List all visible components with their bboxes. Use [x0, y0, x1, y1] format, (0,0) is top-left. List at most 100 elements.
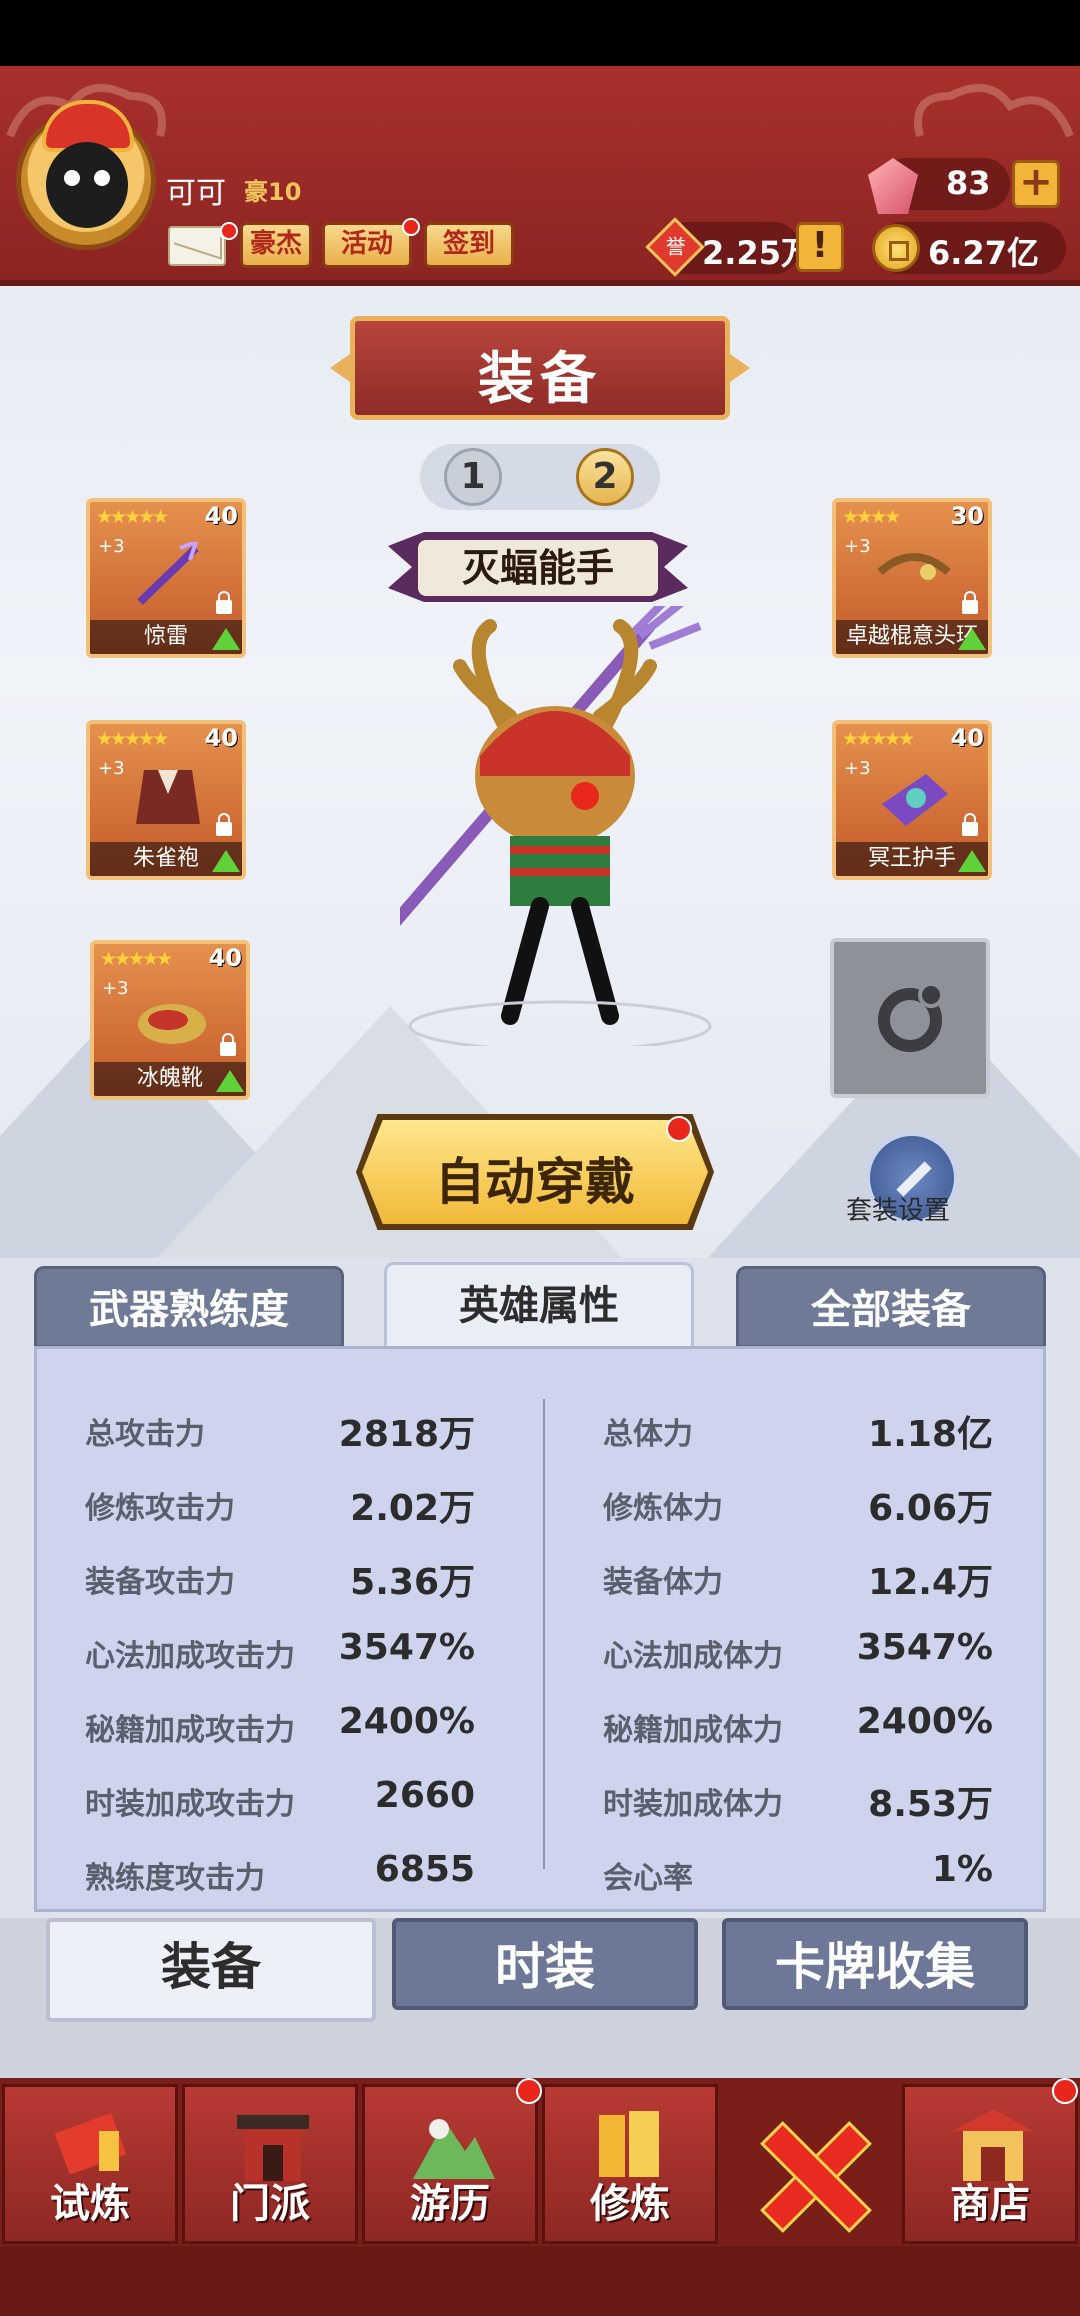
gauntlet-icon [882, 774, 948, 826]
tab-card-collection[interactable]: 卡牌收集 [722, 1918, 1028, 2010]
enhance-level: +3 [98, 536, 125, 557]
enhance-level: +3 [98, 758, 125, 779]
equip-slot-armor[interactable]: ★★★★★ 40 +3 朱雀袍 [86, 720, 246, 880]
lock-icon [962, 591, 978, 614]
tab-equipment[interactable]: 装备 [46, 1918, 376, 2022]
lock-icon [216, 813, 232, 836]
star-rating: ★★★★★ [96, 728, 169, 750]
stat-value: 2660 [374, 1775, 475, 1816]
item-level: 40 [208, 944, 242, 972]
nav-label: 商店 [950, 2181, 1030, 2227]
equip-slot-empty[interactable] [830, 938, 990, 1098]
equip-slot-headband[interactable]: ★★★★ 30 +3 卓越棍意头环 [832, 498, 992, 658]
mail-icon[interactable] [168, 226, 226, 266]
page-1-button[interactable]: 1 [444, 448, 502, 506]
stat-label: 时装加成体力 [603, 1787, 783, 1822]
equip-slot-gloves[interactable]: ★★★★★ 40 +3 冥王护手 [832, 720, 992, 880]
stat-label: 修炼体力 [603, 1491, 723, 1526]
stat-value: 5.36万 [350, 1562, 475, 1603]
avatar-face [46, 142, 128, 228]
boots-icon [138, 1004, 206, 1044]
nav-trial[interactable]: 试炼 [2, 2084, 178, 2244]
nav-travel[interactable]: 游历 [362, 2084, 538, 2244]
avatar-eye [64, 170, 80, 186]
notification-dot [1052, 2078, 1078, 2104]
hero-character [400, 606, 712, 1046]
hero-title: 灭蝠能手 [418, 540, 658, 596]
page-toggle: 1 2 [420, 444, 660, 510]
cloud-ornament [914, 84, 1074, 138]
enhance-level: +3 [102, 978, 129, 999]
stat-value: 2400% [338, 1701, 475, 1742]
star-rating: ★★★★★ [842, 728, 915, 750]
empty-slot-dot [918, 982, 944, 1008]
honor-info-button[interactable]: ! [796, 222, 844, 272]
event-button[interactable]: 活动 [322, 222, 412, 268]
stat-label: 装备体力 [603, 1565, 723, 1600]
stat-value: 8.53万 [868, 1784, 993, 1825]
stat-value: 12.4万 [868, 1562, 993, 1603]
close-menu-icon[interactable] [730, 2100, 890, 2250]
status-bar [0, 0, 1080, 66]
star-rating: ★★★★ [842, 506, 901, 528]
stat-label: 修炼攻击力 [85, 1491, 235, 1526]
checkin-button[interactable]: 签到 [424, 222, 514, 268]
equip-slot-boots[interactable]: ★★★★★ 40 +3 冰魄靴 [90, 940, 250, 1100]
enhance-level: +3 [844, 536, 871, 557]
lock-icon [962, 813, 978, 836]
nav-sect[interactable]: 门派 [182, 2084, 358, 2244]
item-level: 40 [950, 724, 984, 752]
tab-all-equipment[interactable]: 全部装备 [736, 1266, 1046, 1348]
upgrade-arrow-icon [216, 1070, 244, 1092]
stat-label: 总体力 [603, 1417, 693, 1452]
stat-label: 秘籍加成体力 [603, 1713, 783, 1748]
bottom-tabs: 装备 时装 卡牌收集 [0, 1918, 1080, 2078]
star-rating: ★★★★★ [100, 948, 173, 970]
hero-title-badge: 灭蝠能手 [388, 526, 688, 610]
nav-cultivate[interactable]: 修炼 [542, 2084, 718, 2244]
title-banner: 装备 [330, 316, 750, 420]
stat-label: 秘籍加成攻击力 [85, 1713, 295, 1748]
tab-hero-attributes[interactable]: 英雄属性 [384, 1262, 694, 1356]
stat-label: 时装加成攻击力 [85, 1787, 295, 1822]
stat-label: 熟练度攻击力 [85, 1861, 265, 1896]
headband-icon [877, 553, 951, 580]
page-2-button[interactable]: 2 [576, 448, 634, 506]
page-title: 装备 [478, 347, 602, 412]
set-settings-label: 套装设置 [846, 1196, 951, 1226]
hero-button[interactable]: 豪杰 [240, 222, 312, 268]
star-rating: ★★★★★ [96, 506, 169, 528]
stat-value: 1% [931, 1849, 993, 1890]
stat-label: 装备攻击力 [85, 1565, 235, 1600]
bottom-strip [0, 2246, 1080, 2316]
item-level: 30 [950, 502, 984, 530]
stat-value: 1.18亿 [868, 1414, 993, 1455]
auto-equip-label: 自动穿戴 [435, 1153, 635, 1211]
upgrade-arrow-icon [958, 628, 986, 650]
stats-divider [543, 1399, 545, 1869]
stat-label: 心法加成攻击力 [85, 1639, 295, 1674]
tab-fashion[interactable]: 时装 [392, 1918, 698, 2010]
nav-label: 门派 [230, 2181, 310, 2227]
stat-value: 2400% [856, 1701, 993, 1742]
add-gems-button[interactable]: + [1012, 160, 1060, 208]
tab-weapon-mastery[interactable]: 武器熟练度 [34, 1266, 344, 1348]
notification-dot [666, 1116, 692, 1142]
stat-value: 6.06万 [868, 1488, 993, 1529]
bottom-navigation: 试炼 门派 游历 修炼 商店 [0, 2078, 1080, 2246]
player-avatar[interactable] [12, 100, 160, 260]
nav-shop[interactable]: 商店 [902, 2084, 1078, 2244]
upgrade-arrow-icon [212, 850, 240, 872]
stats-panel: 武器熟练度 英雄属性 全部装备 总攻击力 2818万 修炼攻击力 2.02万 装… [0, 1258, 1080, 1918]
stats-box: 总攻击力 2818万 修炼攻击力 2.02万 装备攻击力 5.36万 心法加成攻… [34, 1346, 1046, 1912]
vip-level: 豪10 [244, 178, 302, 206]
lock-icon [216, 591, 232, 614]
lightning-staff-icon [137, 542, 199, 605]
avatar-eye [94, 170, 110, 186]
gold-coin-icon [872, 224, 920, 272]
gem-count: 83 [946, 164, 991, 202]
notification-dot [516, 2078, 542, 2104]
stat-value: 3547% [856, 1627, 993, 1668]
stat-label: 心法加成体力 [603, 1639, 783, 1674]
equip-slot-weapon[interactable]: ★★★★★ 40 +3 惊雷 [86, 498, 246, 658]
